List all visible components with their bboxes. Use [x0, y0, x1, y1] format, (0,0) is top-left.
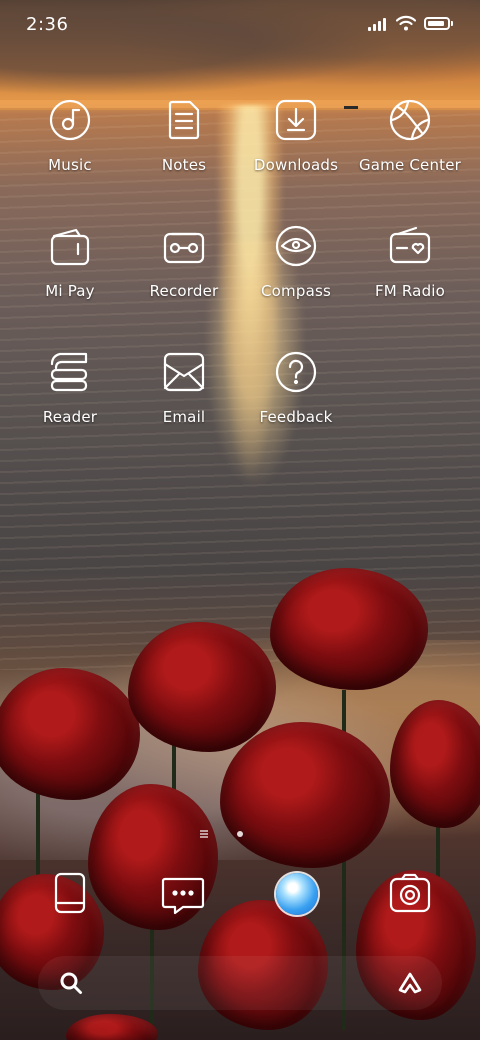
downloads-icon: [275, 99, 317, 141]
music-icon: [49, 99, 91, 141]
app-game-center[interactable]: Game Center: [350, 98, 470, 174]
app-fm-radio[interactable]: FM Radio: [350, 224, 470, 300]
app-email[interactable]: Email: [124, 350, 244, 426]
recorder-icon: [163, 232, 205, 264]
battery-icon: [424, 17, 450, 30]
app-label: Compass: [260, 282, 331, 300]
messages-icon[interactable]: [161, 873, 205, 917]
app-recorder[interactable]: Recorder: [124, 224, 244, 300]
app-label: FM Radio: [374, 282, 446, 300]
browser-icon[interactable]: [276, 873, 318, 915]
clock-time: 2:36: [26, 14, 69, 35]
app-mi-pay[interactable]: Mi Pay: [10, 224, 130, 300]
dock-search-bar[interactable]: [38, 956, 442, 1010]
notes-icon: [168, 100, 200, 140]
home-screen: 2:36 Music Notes Downloads Game Center M…: [0, 0, 480, 1040]
app-label: Email: [162, 408, 206, 426]
wifi-icon: [396, 15, 416, 31]
wallet-icon: [50, 228, 90, 266]
app-feedback[interactable]: Feedback: [236, 350, 356, 426]
page-list-indicator: [200, 830, 210, 838]
phone-icon[interactable]: [48, 871, 92, 915]
reader-icon: [50, 352, 88, 392]
search-icon[interactable]: [58, 970, 84, 996]
assistant-icon[interactable]: [396, 968, 424, 996]
email-icon: [163, 352, 205, 392]
app-label: Mi Pay: [45, 282, 95, 300]
app-label: Recorder: [149, 282, 219, 300]
app-music[interactable]: Music: [10, 98, 130, 174]
compass-icon: [275, 225, 317, 267]
radio-icon: [389, 226, 431, 264]
app-downloads[interactable]: Downloads: [236, 98, 356, 174]
app-reader[interactable]: Reader: [10, 350, 130, 426]
page-indicator-dot: [237, 831, 243, 837]
app-label: Notes: [161, 156, 207, 174]
game-center-icon: [389, 99, 431, 141]
app-label: Music: [48, 156, 92, 174]
camera-icon[interactable]: [388, 871, 432, 915]
app-label: Feedback: [259, 408, 333, 426]
app-label: Game Center: [358, 156, 462, 174]
cellular-signal-icon: [368, 17, 390, 31]
app-notes[interactable]: Notes: [124, 98, 244, 174]
app-label: Downloads: [253, 156, 339, 174]
feedback-icon: [275, 351, 317, 393]
status-bar: 2:36: [0, 0, 480, 50]
app-label: Reader: [42, 408, 98, 426]
app-compass[interactable]: Compass: [236, 224, 356, 300]
